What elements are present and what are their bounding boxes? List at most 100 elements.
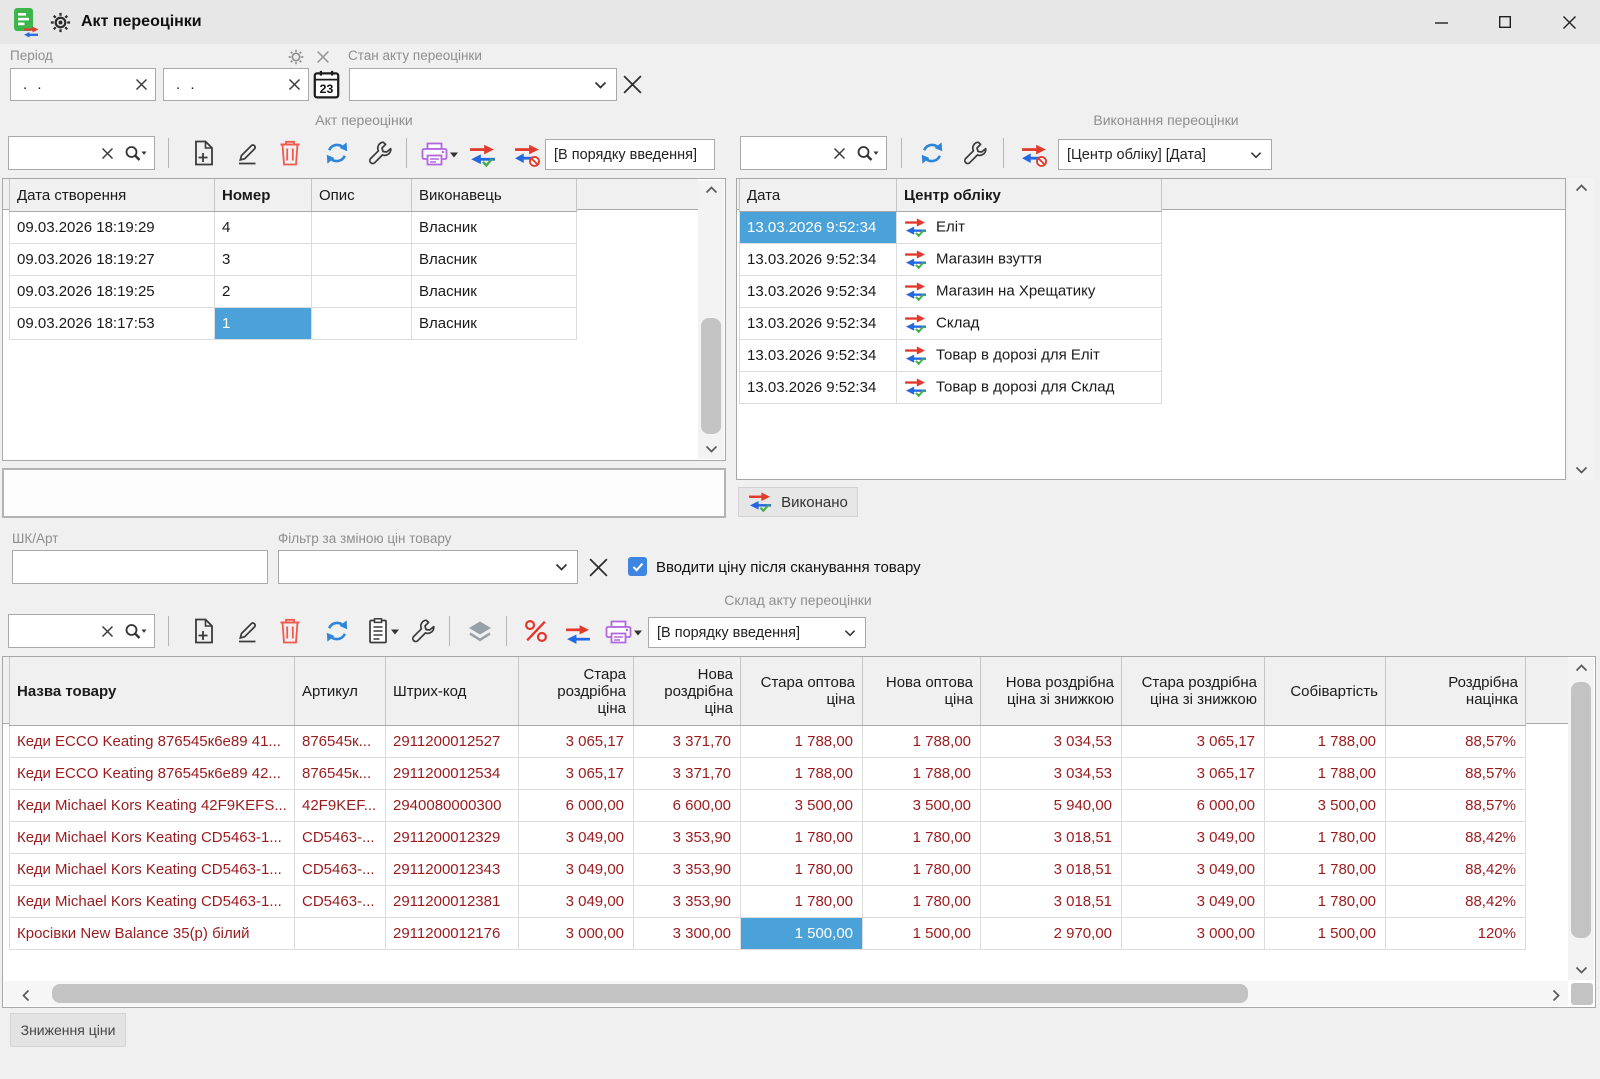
table-cell[interactable]: 1 788,00: [741, 726, 863, 758]
table-cell[interactable]: 1 500,00: [741, 918, 863, 950]
delete-item-icon[interactable]: [274, 615, 306, 647]
table-cell[interactable]: 3 065,17: [519, 758, 634, 790]
column-header-barcode[interactable]: Штрих-код: [386, 657, 519, 726]
layers-icon[interactable]: [464, 616, 496, 648]
table-cell[interactable]: CD5463-...: [295, 886, 386, 918]
maximize-button[interactable]: [1482, 5, 1528, 39]
scroll-thumb[interactable]: [52, 984, 1248, 1003]
table-cell[interactable]: 6 000,00: [519, 790, 634, 822]
table-cell[interactable]: 88,57%: [1386, 726, 1526, 758]
table-cell[interactable]: Власник: [412, 308, 577, 340]
table-cell[interactable]: 3 353,90: [634, 886, 741, 918]
clear-icon[interactable]: [101, 625, 114, 638]
table-cell[interactable]: 1 788,00: [1265, 758, 1386, 790]
period-settings-gear-icon[interactable]: [288, 49, 304, 65]
table-row[interactable]: 13.03.2026 9:52:34Склад: [740, 308, 1162, 340]
table-row[interactable]: Кеди Michael Kors Keating 42F9KEFS...42F…: [10, 790, 1526, 822]
gear-icon[interactable]: [50, 12, 71, 33]
table-cell[interactable]: 1 788,00: [863, 726, 981, 758]
acts-search-input[interactable]: [8, 136, 155, 170]
table-cell[interactable]: 3: [215, 244, 312, 276]
done-button[interactable]: Виконано: [738, 487, 858, 517]
templates-icon[interactable]: [362, 615, 404, 647]
table-cell[interactable]: 3 300,00: [634, 918, 741, 950]
act-notes-area[interactable]: [2, 468, 726, 518]
clear-icon[interactable]: [135, 78, 148, 91]
date-from-input[interactable]: . .: [10, 68, 156, 101]
table-cell[interactable]: 2911200012381: [386, 886, 519, 918]
scroll-down-icon[interactable]: [698, 445, 724, 453]
table-cell[interactable]: 42F9KEF...: [295, 790, 386, 822]
table-cell[interactable]: 3 065,17: [519, 726, 634, 758]
table-cell[interactable]: 1 500,00: [1265, 918, 1386, 950]
table-row[interactable]: 09.03.2026 18:19:294Власник: [10, 212, 577, 244]
table-row[interactable]: 13.03.2026 9:52:34Магазин на Хрещатику: [740, 276, 1162, 308]
table-cell[interactable]: 3 500,00: [863, 790, 981, 822]
table-cell[interactable]: 3 049,00: [1122, 822, 1265, 854]
wrench-icon[interactable]: [959, 137, 991, 169]
barcode-input[interactable]: [12, 550, 268, 584]
state-clear-icon[interactable]: [622, 74, 643, 95]
table-cell[interactable]: 3 065,17: [1122, 726, 1265, 758]
table-cell[interactable]: 88,42%: [1386, 822, 1526, 854]
clear-icon[interactable]: [101, 147, 114, 160]
table-cell[interactable]: 88,42%: [1386, 854, 1526, 886]
table-row[interactable]: 09.03.2026 18:19:273Власник: [10, 244, 577, 276]
scroll-down-icon[interactable]: [1568, 966, 1594, 974]
table-cell[interactable]: 1 780,00: [863, 854, 981, 886]
table-cell[interactable]: 3 049,00: [519, 822, 634, 854]
table-cell[interactable]: [295, 918, 386, 950]
table-row[interactable]: 13.03.2026 9:52:34Магазин взуття: [740, 244, 1162, 276]
execution-vertical-scrollbar[interactable]: [1568, 178, 1594, 480]
table-cell[interactable]: [312, 276, 412, 308]
table-row[interactable]: Кеди Michael Kors Keating CD5463-1...CD5…: [10, 886, 1526, 918]
table-cell[interactable]: 2911200012343: [386, 854, 519, 886]
table-row[interactable]: Кеди ECCO Keating 876545к6е89 42...87654…: [10, 758, 1526, 790]
delete-act-icon[interactable]: [274, 137, 306, 169]
table-cell[interactable]: Еліт: [897, 212, 1162, 244]
price-filter-select[interactable]: [278, 550, 578, 584]
table-cell[interactable]: 1 780,00: [741, 854, 863, 886]
print-icon[interactable]: [418, 138, 460, 170]
table-cell[interactable]: 2940080000300: [386, 790, 519, 822]
table-cell[interactable]: 88,57%: [1386, 790, 1526, 822]
table-cell[interactable]: 09.03.2026 18:19:25: [10, 276, 215, 308]
table-cell[interactable]: Кеди Michael Kors Keating CD5463-1...: [10, 886, 295, 918]
table-cell[interactable]: 3 049,00: [519, 854, 634, 886]
table-cell[interactable]: 13.03.2026 9:52:34: [740, 340, 897, 372]
state-select[interactable]: [349, 68, 617, 101]
table-cell[interactable]: 3 000,00: [519, 918, 634, 950]
table-cell[interactable]: 3 018,51: [981, 854, 1122, 886]
price-filter-clear-icon[interactable]: [588, 557, 609, 578]
table-cell[interactable]: 1 780,00: [1265, 886, 1386, 918]
table-cell[interactable]: 3 500,00: [1265, 790, 1386, 822]
cancel-execution-icon[interactable]: [511, 139, 543, 171]
table-cell[interactable]: [312, 308, 412, 340]
edit-act-icon[interactable]: [231, 137, 263, 169]
transfer-icon[interactable]: [562, 618, 594, 650]
table-row[interactable]: 13.03.2026 9:52:34Еліт: [740, 212, 1162, 244]
table-cell[interactable]: 120%: [1386, 918, 1526, 950]
table-cell[interactable]: 1: [215, 308, 312, 340]
acts-sort-select[interactable]: [В порядку введення]: [545, 139, 715, 170]
table-cell[interactable]: 3 034,53: [981, 726, 1122, 758]
column-header-description[interactable]: Опис: [312, 179, 412, 212]
column-header-new-retail-discount[interactable]: Нова роздрібна ціна зі знижкою: [981, 657, 1122, 726]
acts-vertical-scrollbar[interactable]: [698, 180, 724, 459]
execute-act-icon[interactable]: [466, 139, 498, 171]
table-cell[interactable]: 3 353,90: [634, 822, 741, 854]
table-cell[interactable]: 2911200012527: [386, 726, 519, 758]
table-cell[interactable]: Кросівки New Balance 35(р) білий: [10, 918, 295, 950]
column-header-new-wholesale[interactable]: Нова оптова ціна: [863, 657, 981, 726]
date-to-input[interactable]: . .: [163, 68, 309, 101]
clear-icon[interactable]: [288, 78, 301, 91]
table-cell[interactable]: [312, 212, 412, 244]
table-cell[interactable]: 1 500,00: [863, 918, 981, 950]
table-cell[interactable]: 3 049,00: [1122, 886, 1265, 918]
table-row[interactable]: 09.03.2026 18:17:531 Власник: [10, 308, 577, 340]
table-cell[interactable]: 2 970,00: [981, 918, 1122, 950]
table-cell[interactable]: 09.03.2026 18:17:53: [10, 308, 215, 340]
wrench-icon[interactable]: [364, 137, 396, 169]
clear-icon[interactable]: [833, 147, 846, 160]
scroll-down-icon[interactable]: [1568, 466, 1594, 474]
